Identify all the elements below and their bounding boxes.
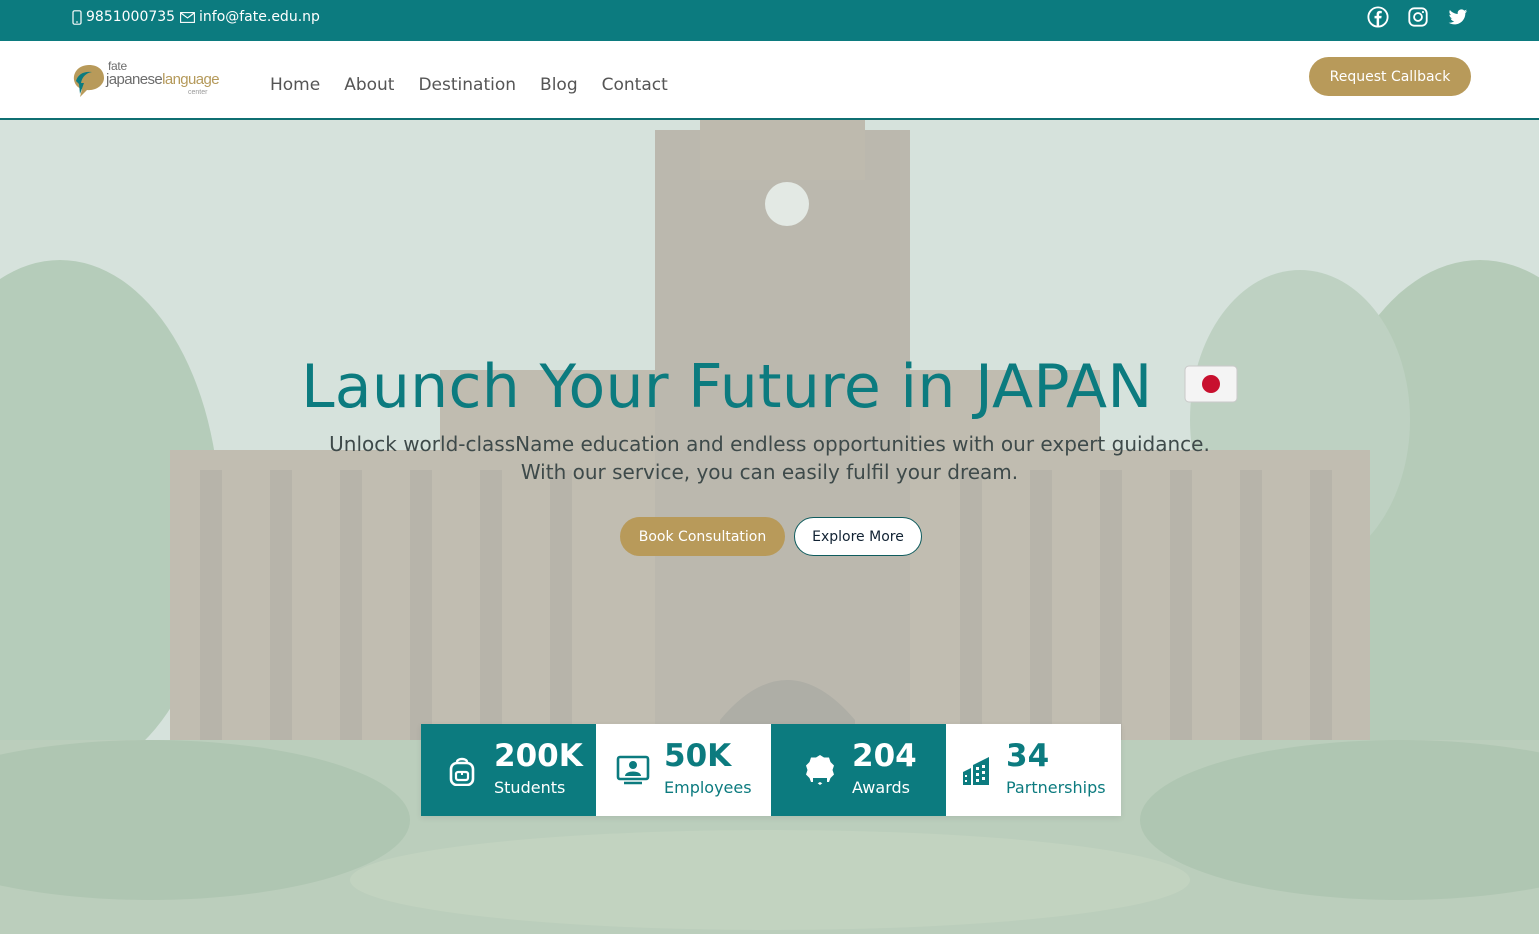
site-logo[interactable]: fate japaneselanguage center	[72, 59, 222, 103]
stat-partnerships-value: 34	[1006, 738, 1050, 774]
employee-icon	[616, 755, 650, 785]
hero-subtitle-line2: With our service, you can easily fulfil …	[520, 460, 1019, 484]
email-address: info@fate.edu.np	[199, 9, 320, 25]
stats-bar: 200K Students 50K Employees 204 Awards 3…	[421, 724, 1121, 816]
book-consultation-button[interactable]: Book Consultation	[620, 517, 785, 556]
phone-icon	[72, 9, 82, 25]
buildings-icon	[963, 757, 989, 785]
stat-awards: 204 Awards	[771, 724, 946, 816]
japan-flag-icon	[1184, 365, 1238, 403]
main-menu: Home About Destination Blog Contact	[270, 75, 668, 95]
logo-text-line3: center	[188, 89, 208, 96]
hero-subtitle-line1: Unlock world-className education and end…	[329, 432, 1210, 456]
phone-contact[interactable]: 9851000735	[72, 9, 175, 25]
social-links	[1367, 6, 1469, 28]
award-icon	[806, 755, 834, 786]
email-contact[interactable]: info@fate.edu.np	[180, 9, 320, 25]
main-navbar: fate japaneselanguage center Home About …	[0, 41, 1539, 120]
hero-title-text: Launch Your Future in JAPAN	[301, 352, 1153, 422]
mail-icon	[180, 11, 195, 23]
stat-partnerships-label: Partnerships	[1006, 778, 1106, 797]
instagram-icon[interactable]	[1407, 6, 1429, 28]
phone-number: 9851000735	[86, 9, 176, 25]
logo-text-line2: japaneselanguage	[106, 71, 220, 88]
explore-more-button[interactable]: Explore More	[794, 517, 922, 556]
nav-blog[interactable]: Blog	[540, 75, 578, 95]
stat-students: 200K Students	[421, 724, 596, 816]
stat-awards-value: 204	[852, 738, 917, 774]
stat-students-label: Students	[494, 778, 566, 797]
hero-subtitle: Unlock world-className education and end…	[0, 430, 1539, 486]
stat-partnerships: 34 Partnerships	[946, 724, 1121, 816]
nav-destination[interactable]: Destination	[418, 75, 516, 95]
nav-contact[interactable]: Contact	[602, 75, 668, 95]
logo-mark	[73, 65, 104, 97]
hero-cta-row: Book Consultation Explore More	[620, 517, 922, 556]
stat-employees-value: 50K	[664, 738, 732, 774]
stat-employees-label: Employees	[664, 778, 752, 797]
top-bar: 9851000735 info@fate.edu.np	[0, 0, 1539, 41]
hero-headline: Launch Your Future in JAPAN	[0, 352, 1539, 422]
stat-students-value: 200K	[494, 738, 583, 774]
nav-home[interactable]: Home	[270, 75, 320, 95]
stat-awards-label: Awards	[852, 778, 910, 797]
logo-word-language: language	[162, 71, 220, 88]
logo-word-japanese: japanese	[106, 71, 163, 88]
facebook-icon[interactable]	[1367, 6, 1389, 28]
request-callback-button[interactable]: Request Callback	[1309, 57, 1471, 96]
twitter-icon[interactable]	[1447, 6, 1469, 28]
backpack-icon	[449, 757, 475, 786]
stat-employees: 50K Employees	[596, 724, 771, 816]
hero-section: Launch Your Future in JAPAN Unlock world…	[0, 120, 1539, 934]
nav-about[interactable]: About	[344, 75, 394, 95]
